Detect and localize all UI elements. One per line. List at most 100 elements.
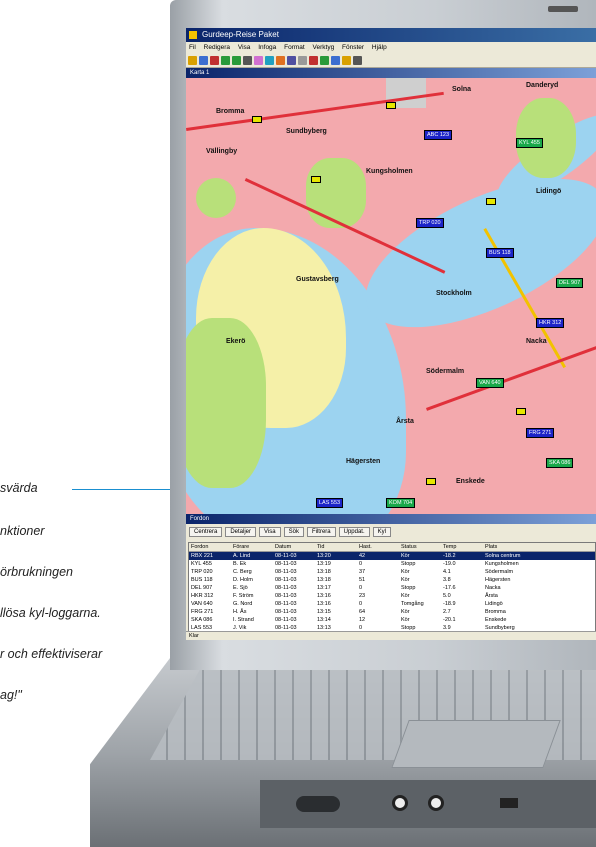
refresh-icon[interactable] bbox=[298, 55, 307, 65]
table-cell: -18.9 bbox=[443, 601, 456, 607]
map-label: Kungsholmen bbox=[366, 168, 413, 175]
route-icon[interactable] bbox=[276, 55, 285, 65]
center-button[interactable]: Centrera bbox=[189, 527, 223, 537]
vehicle-marker-icon[interactable] bbox=[426, 478, 436, 485]
app-title: Gurdeep-Reise Paket bbox=[202, 30, 279, 39]
zoom-out-icon[interactable] bbox=[232, 55, 241, 65]
vehicle-label[interactable]: LAS 553 bbox=[316, 498, 344, 508]
alarm-icon[interactable] bbox=[342, 55, 351, 65]
vehicle-marker-icon[interactable] bbox=[311, 176, 321, 183]
vehicle-label[interactable]: BUS 118 bbox=[486, 248, 514, 258]
map-canvas[interactable]: Solna Stockholm Danderyd Gustavsberg Bro… bbox=[186, 78, 596, 514]
save-icon[interactable] bbox=[199, 55, 208, 65]
menu-item-view[interactable]: Visa bbox=[238, 44, 251, 51]
table-cell: A. Lind bbox=[233, 553, 251, 559]
table-row[interactable]: DEL 907 E. Sjö 08-11-03 13:17 0 Stopp -17.6 Nac… bbox=[189, 584, 595, 592]
menu-item-insert[interactable]: Infoga bbox=[258, 44, 276, 51]
table-row[interactable]: KYL 455 B. Ek 08-11-03 13:19 0 Stopp -19.0 Kung… bbox=[189, 560, 595, 568]
vehicle-label[interactable]: ABC 123 bbox=[424, 130, 453, 140]
vehicle-label[interactable]: FRG 271 bbox=[526, 428, 555, 438]
print-icon[interactable] bbox=[210, 55, 219, 65]
table-cell: Stopp bbox=[401, 561, 416, 567]
column-header[interactable]: Plats bbox=[483, 543, 565, 551]
table-cell: 08-11-03 bbox=[275, 553, 297, 559]
table-cell: 08-11-03 bbox=[275, 609, 297, 615]
settings-icon[interactable] bbox=[353, 55, 362, 65]
column-header[interactable]: Temp bbox=[441, 543, 483, 551]
vehicle-label[interactable]: VAN 640 bbox=[476, 378, 504, 388]
open-icon[interactable] bbox=[188, 55, 197, 65]
audio-jack-icon bbox=[428, 795, 444, 811]
table-cell: -17.6 bbox=[443, 585, 456, 591]
details-button[interactable]: Detaljer bbox=[225, 527, 257, 537]
table-cell: C. Berg bbox=[233, 569, 252, 575]
play-icon[interactable] bbox=[320, 55, 329, 65]
table-row[interactable]: FRG 271 H. Ås 08-11-03 13:15 64 Kör 2.7 Bromma bbox=[189, 608, 595, 616]
table-cell: -20.1 bbox=[443, 617, 456, 623]
table-cell: Kör bbox=[401, 553, 410, 559]
vehicle-marker-icon[interactable] bbox=[386, 102, 396, 109]
usb-port-icon bbox=[500, 798, 518, 808]
table-cell: 08-11-03 bbox=[275, 593, 297, 599]
table-row[interactable]: BUS 118 D. Holm 08-11-03 13:18 51 Kör 3.8 Häger… bbox=[189, 576, 595, 584]
stop-icon[interactable] bbox=[309, 55, 318, 65]
column-header[interactable]: Fordon bbox=[189, 543, 231, 551]
layer-icon[interactable] bbox=[254, 55, 263, 65]
toolbar bbox=[186, 53, 596, 68]
vehicle-label[interactable]: KOM 704 bbox=[386, 498, 416, 508]
menu-item-edit[interactable]: Redigera bbox=[204, 44, 230, 51]
table-cell: 13:18 bbox=[317, 569, 331, 575]
menu-item-help[interactable]: Hjälp bbox=[372, 44, 387, 51]
measure-icon[interactable] bbox=[265, 55, 274, 65]
zoom-in-icon[interactable] bbox=[221, 55, 230, 65]
menu-item-file[interactable]: Fil bbox=[189, 44, 196, 51]
table-cell: 23 bbox=[359, 593, 366, 599]
table-row[interactable]: RBX 221 A. Lind 08-11-03 13:20 42 Kör -18.2 Sol… bbox=[189, 552, 595, 560]
vehicle-label[interactable]: KYL 455 bbox=[516, 138, 543, 148]
vehicle-label[interactable]: HKR 312 bbox=[536, 318, 565, 328]
table-cell: B. Ek bbox=[233, 561, 247, 567]
vehicle-label[interactable]: DEL 907 bbox=[556, 278, 584, 288]
menu-item-format[interactable]: Format bbox=[284, 44, 305, 51]
table-cell: BUS 118 bbox=[191, 577, 213, 583]
refresh-button[interactable]: Uppdat. bbox=[338, 527, 370, 537]
filter-button[interactable]: Filtrera bbox=[306, 527, 336, 537]
table-row[interactable]: SKA 086 I. Strand 08-11-03 13:14 12 Kör -20.1 E… bbox=[189, 616, 595, 624]
pan-icon[interactable] bbox=[243, 55, 252, 65]
column-header[interactable]: Förare bbox=[231, 543, 273, 551]
column-header[interactable]: Status bbox=[399, 543, 441, 551]
column-header[interactable]: Tid bbox=[315, 543, 357, 551]
port-icon bbox=[296, 796, 340, 812]
vehicle-marker-icon[interactable] bbox=[486, 198, 496, 205]
cooling-button[interactable]: Kyl bbox=[372, 527, 391, 537]
table-cell: 64 bbox=[359, 609, 366, 615]
laptop-screen: Gurdeep-Reise Paket Fil Redigera Visa In… bbox=[186, 28, 596, 640]
table-cell: Årsta bbox=[485, 593, 498, 599]
table-row[interactable]: TRP 020 C. Berg 08-11-03 13:18 37 Kör 4.1 Söder… bbox=[189, 568, 595, 576]
table-cell: -18.2 bbox=[443, 553, 456, 559]
map-label: Lidingö bbox=[536, 188, 562, 195]
vehicle-label[interactable]: TRP 020 bbox=[416, 218, 444, 228]
app-titlebar[interactable]: Gurdeep-Reise Paket bbox=[186, 28, 596, 42]
vehicle-label[interactable]: SKA 086 bbox=[546, 458, 574, 468]
menu-item-tools[interactable]: Verktyg bbox=[313, 44, 335, 51]
show-button[interactable]: Visa bbox=[259, 527, 281, 537]
table-cell: Tomgång bbox=[401, 601, 424, 607]
search-button[interactable]: Sök bbox=[283, 527, 304, 537]
menu-item-window[interactable]: Fönster bbox=[342, 44, 364, 51]
column-header[interactable]: Hast. bbox=[357, 543, 399, 551]
table-cell: Nacka bbox=[485, 585, 501, 591]
table-row[interactable]: VAN 640 G. Nord 08-11-03 13:16 0 Tomgång -18.9… bbox=[189, 600, 595, 608]
vehicle-marker-icon[interactable] bbox=[516, 408, 526, 415]
vehicle-icon[interactable] bbox=[331, 55, 340, 65]
column-header[interactable]: Datum bbox=[273, 543, 315, 551]
vehicle-table: Fordon Förare Datum Tid Hast. Status Tem… bbox=[188, 542, 596, 633]
table-cell: 0 bbox=[359, 561, 363, 567]
laptop-touchpad bbox=[391, 720, 561, 768]
table-row[interactable]: HKR 312 F. Ström 08-11-03 13:16 23 Kör 5.0 Årst… bbox=[189, 592, 595, 600]
vehicle-marker-icon[interactable] bbox=[252, 116, 262, 123]
map-label: Sundbyberg bbox=[286, 128, 327, 135]
table-cell: Kör bbox=[401, 577, 410, 583]
search-icon[interactable] bbox=[287, 55, 296, 65]
map-label: Nacka bbox=[526, 338, 547, 345]
